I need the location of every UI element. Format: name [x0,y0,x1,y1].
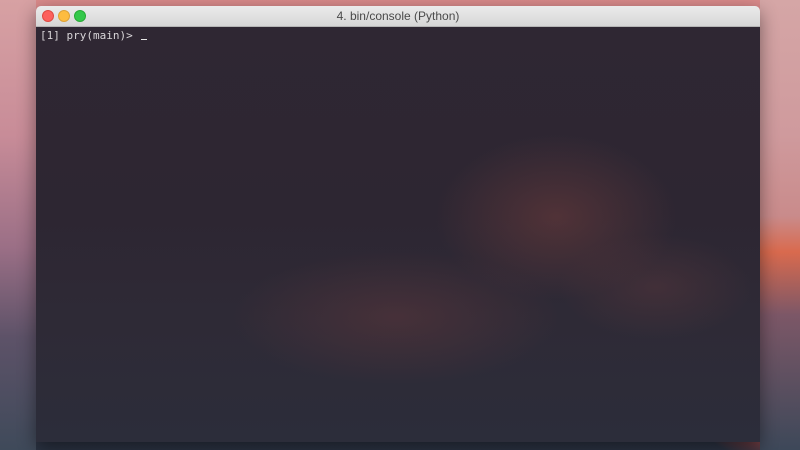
prompt-line[interactable]: [1] pry(main)> [40,29,148,42]
desktop-wallpaper-left [0,0,36,450]
pry-prompt: [1] pry(main)> [40,29,133,42]
window-title: 4. bin/console (Python) [336,9,460,23]
window-titlebar[interactable]: 4. bin/console (Python) [36,6,760,27]
desktop-wallpaper-right [760,0,800,450]
terminal-window: 4. bin/console (Python) [1] pry(main)> [36,6,760,442]
text-cursor [141,39,148,40]
terminal-content[interactable]: [1] pry(main)> [36,27,760,442]
